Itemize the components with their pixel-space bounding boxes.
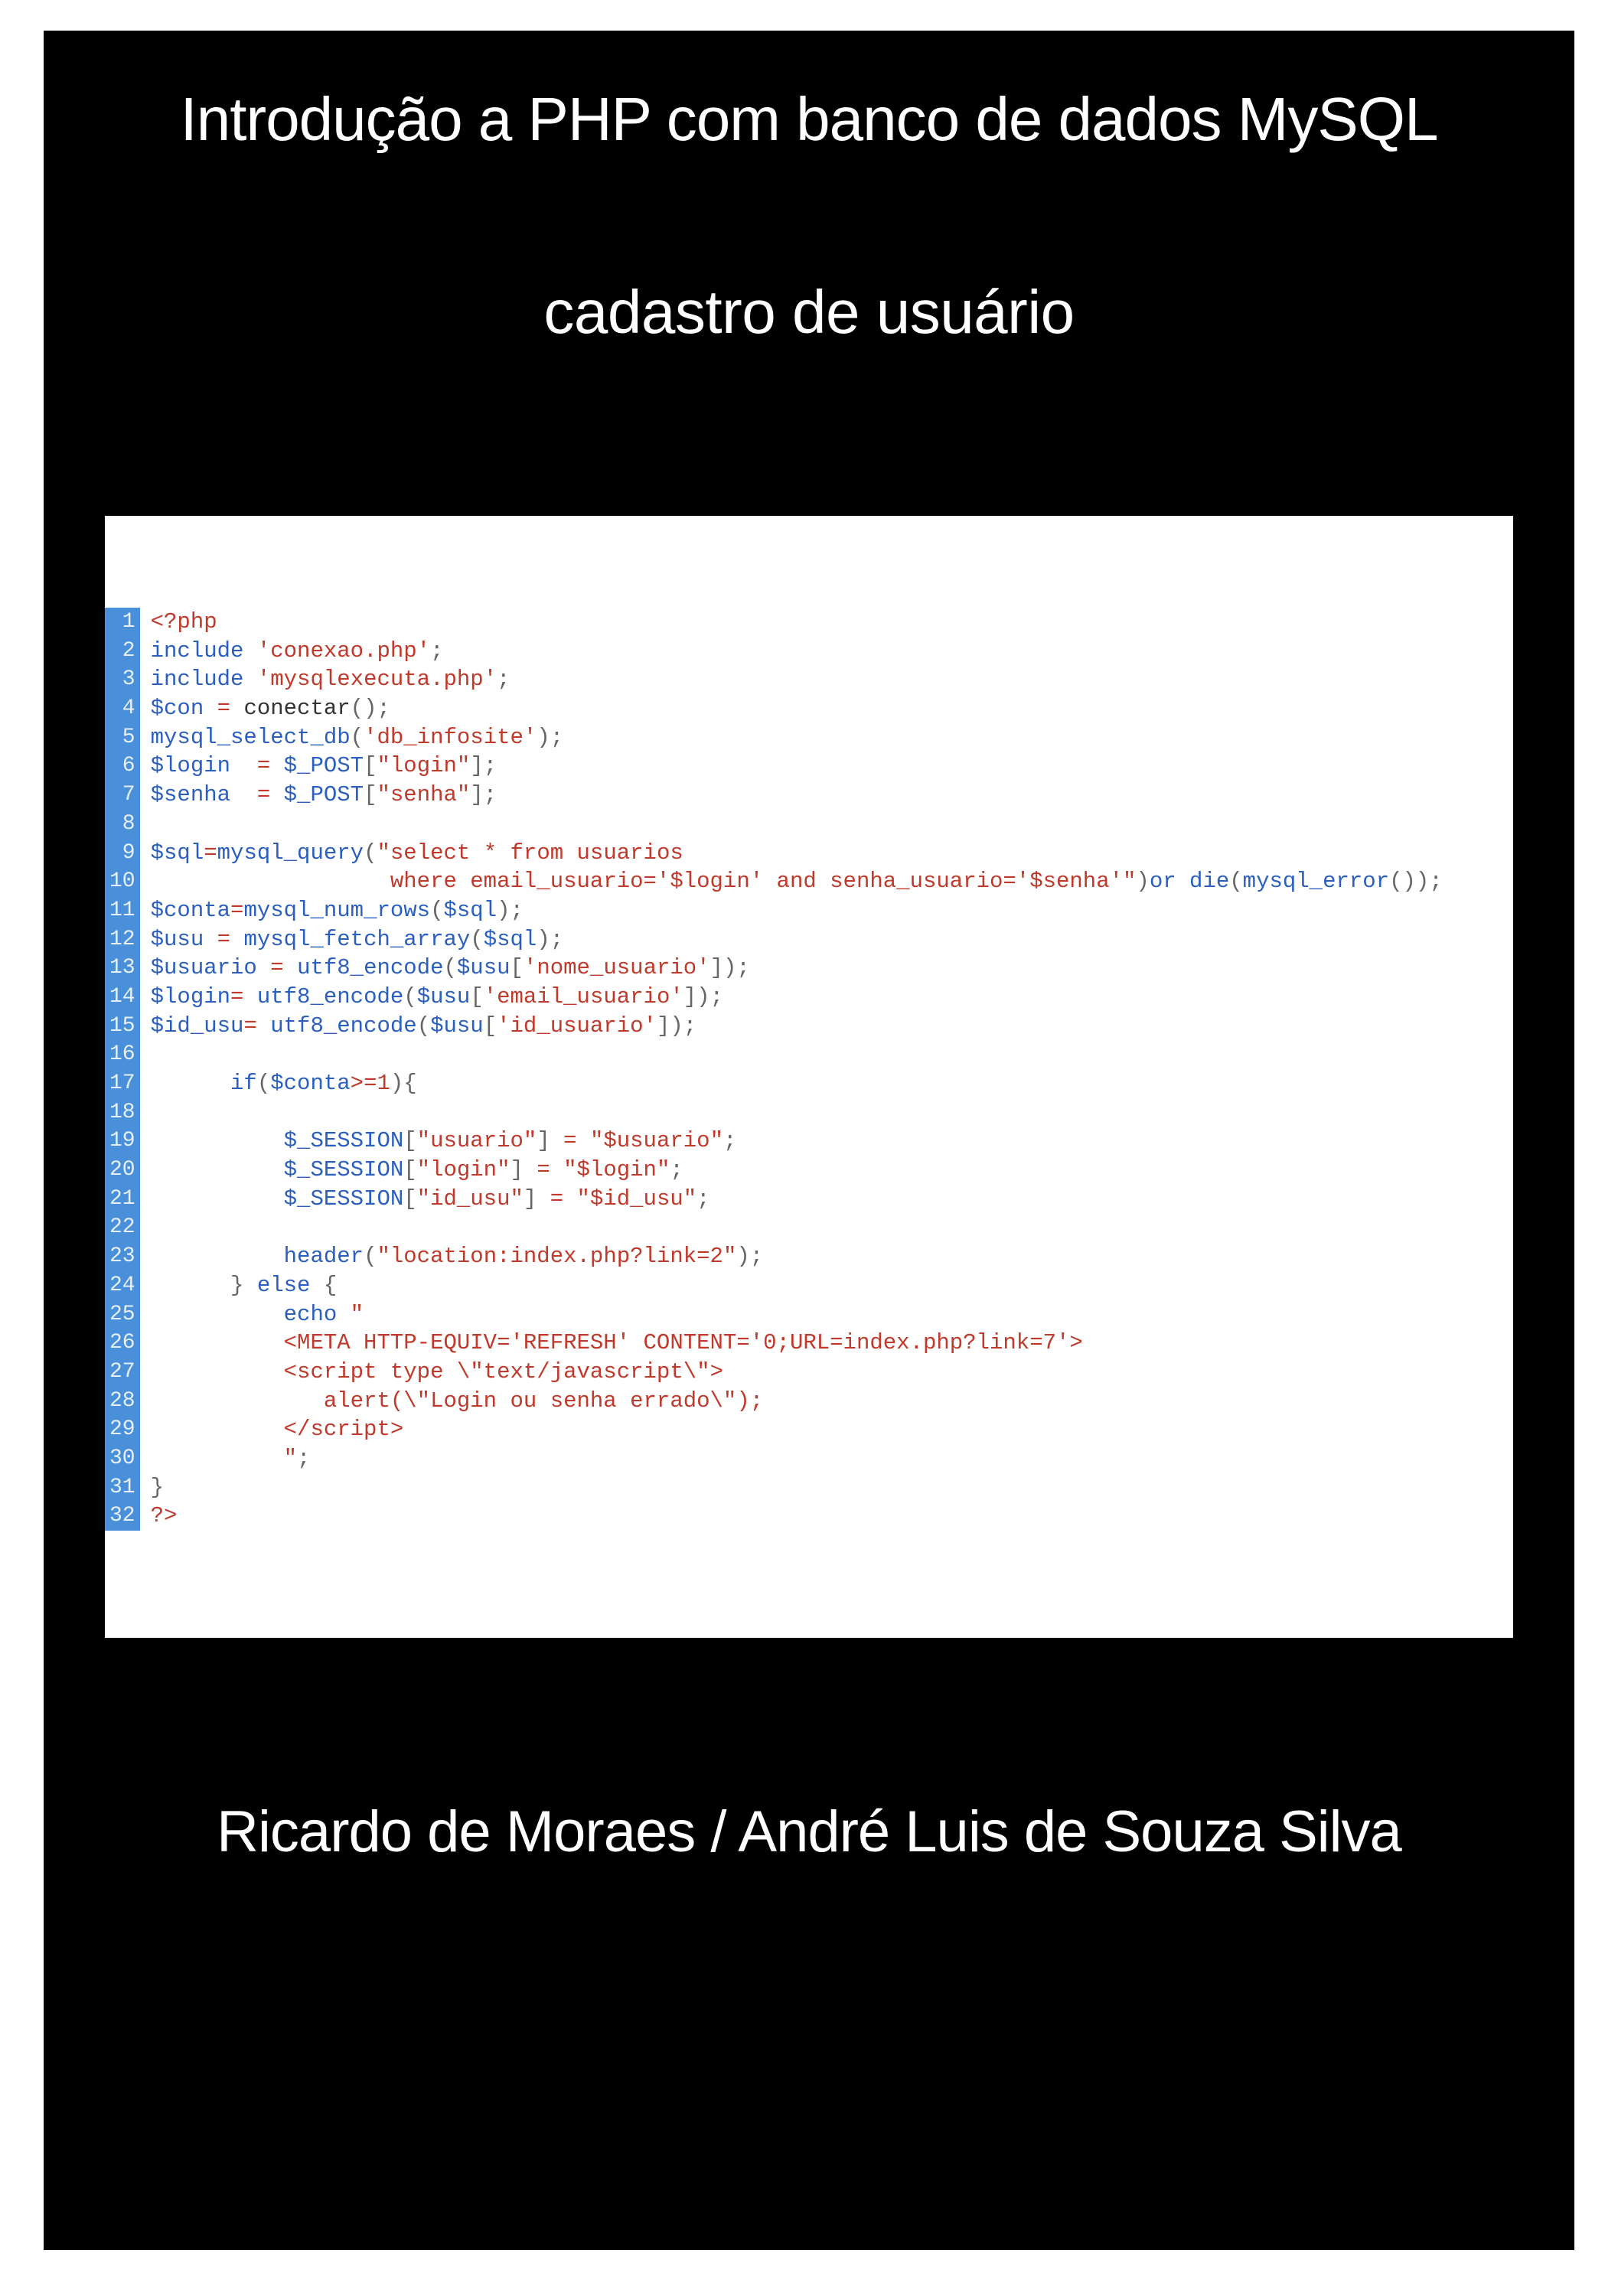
cover-subtitle: cadastro de usuário	[543, 277, 1074, 347]
cover-title: Introdução a PHP com banco de dados MySQ…	[181, 84, 1438, 155]
code-line: $_SESSION["usuario"] = "$usuario";	[151, 1127, 1490, 1156]
line-number: 10	[109, 867, 135, 896]
code-line: }	[151, 1473, 1490, 1502]
line-number: 5	[109, 723, 135, 752]
code-line: $conta=mysql_num_rows($sql);	[151, 896, 1490, 925]
code-line: mysql_select_db('db_infosite');	[151, 723, 1490, 752]
line-number: 25	[109, 1300, 135, 1329]
line-number: 9	[109, 839, 135, 868]
code-line: ";	[151, 1444, 1490, 1473]
code-line: ?>	[151, 1502, 1490, 1531]
line-number: 12	[109, 925, 135, 954]
code-line: </script>	[151, 1415, 1490, 1444]
code-line	[151, 810, 1490, 839]
line-number: 27	[109, 1358, 135, 1387]
line-number: 19	[109, 1127, 135, 1156]
cover-authors: Ricardo de Moraes / André Luis de Souza …	[217, 1799, 1401, 1865]
line-number: 20	[109, 1156, 135, 1185]
line-number: 6	[109, 752, 135, 781]
code-line: $con = conectar();	[151, 694, 1490, 723]
code-line: include 'conexao.php';	[151, 637, 1490, 666]
code-line: echo "	[151, 1300, 1490, 1329]
line-number: 11	[109, 896, 135, 925]
line-number: 31	[109, 1473, 135, 1502]
code-line: } else {	[151, 1271, 1490, 1300]
line-number: 4	[109, 694, 135, 723]
code-line	[151, 1098, 1490, 1127]
line-number: 15	[109, 1012, 135, 1041]
line-number: 17	[109, 1069, 135, 1098]
code-line: $senha = $_POST["senha"];	[151, 781, 1490, 810]
code-line: $_SESSION["id_usu"] = "$id_usu";	[151, 1185, 1490, 1214]
line-number: 7	[109, 781, 135, 810]
line-number: 8	[109, 810, 135, 839]
book-cover: Introdução a PHP com banco de dados MySQ…	[44, 31, 1574, 2250]
code-line: header("location:index.php?link=2");	[151, 1242, 1490, 1271]
code-editor-screenshot: 1234567891011121314151617181920212223242…	[105, 516, 1513, 1638]
line-number: 18	[109, 1098, 135, 1127]
code-line: <script type \"text/javascript\">	[151, 1358, 1490, 1387]
code-line	[151, 1213, 1490, 1242]
line-number: 24	[109, 1271, 135, 1300]
line-number: 2	[109, 637, 135, 666]
line-number: 28	[109, 1387, 135, 1416]
code-line: $usu = mysql_fetch_array($sql);	[151, 925, 1490, 954]
line-number: 29	[109, 1415, 135, 1444]
code-line: $usuario = utf8_encode($usu['nome_usuari…	[151, 954, 1490, 983]
code-line: $login= utf8_encode($usu['email_usuario'…	[151, 983, 1490, 1012]
line-number: 14	[109, 983, 135, 1012]
line-number: 16	[109, 1040, 135, 1069]
code-line: <META HTTP-EQUIV='REFRESH' CONTENT='0;UR…	[151, 1329, 1490, 1358]
code-line: $_SESSION["login"] = "$login";	[151, 1156, 1490, 1185]
line-number: 13	[109, 954, 135, 983]
code-line: where email_usuario='$login' and senha_u…	[151, 867, 1490, 896]
line-number: 22	[109, 1213, 135, 1242]
code-area: <?phpinclude 'conexao.php';include 'mysq…	[151, 608, 1490, 1531]
line-number: 30	[109, 1444, 135, 1473]
code-line: alert(\"Login ou senha errado\");	[151, 1387, 1490, 1416]
line-number: 32	[109, 1502, 135, 1531]
code-line	[151, 1040, 1490, 1069]
code-line: if($conta>=1){	[151, 1069, 1490, 1098]
code-line: $id_usu= utf8_encode($usu['id_usuario'])…	[151, 1012, 1490, 1041]
line-number: 21	[109, 1185, 135, 1214]
code-line: $sql=mysql_query("select * from usuarios	[151, 839, 1490, 868]
code-line: $login = $_POST["login"];	[151, 752, 1490, 781]
line-number: 1	[109, 608, 135, 637]
code-line: include 'mysqlexecuta.php';	[151, 665, 1490, 694]
line-number: 26	[109, 1329, 135, 1358]
line-number: 3	[109, 665, 135, 694]
line-number: 23	[109, 1242, 135, 1271]
line-number-gutter: 1234567891011121314151617181920212223242…	[105, 608, 140, 1531]
code-line: <?php	[151, 608, 1490, 637]
